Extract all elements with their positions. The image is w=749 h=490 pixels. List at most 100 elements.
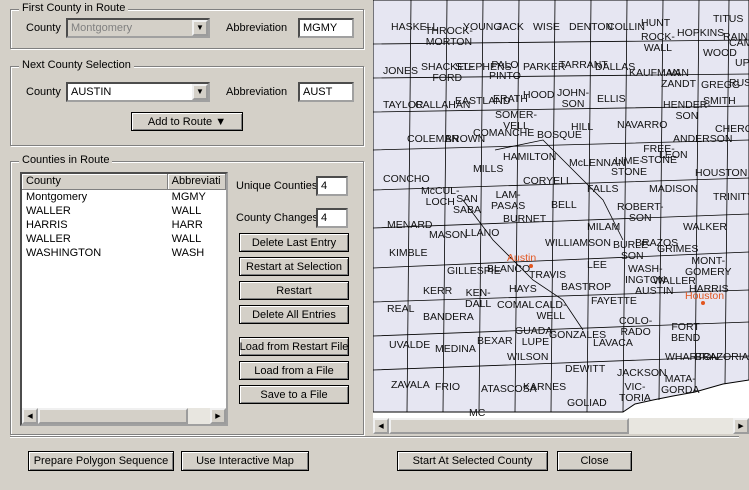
first-abbr-field[interactable]: MGMY — [298, 18, 354, 38]
county-label[interactable]: TRAVIS — [529, 270, 566, 281]
county-label[interactable]: MILLS — [473, 164, 503, 175]
county-label[interactable]: COMAL — [497, 300, 534, 311]
next-county-select[interactable]: AUSTIN ▼ — [66, 82, 210, 102]
map-scroll-right-icon[interactable]: ▶ — [733, 418, 749, 434]
county-label[interactable]: CALD- WELL — [535, 300, 567, 322]
use-interactive-map-button[interactable]: Use Interactive Map — [181, 451, 309, 471]
county-label[interactable]: ELLIS — [597, 94, 626, 105]
list-item[interactable]: WALLER WALL — [22, 204, 226, 218]
county-label[interactable]: BASTROP — [561, 282, 611, 293]
county-label[interactable]: FALLS — [587, 184, 619, 195]
county-label[interactable]: HAMILTON — [503, 152, 556, 163]
city-houston[interactable]: Houston — [685, 290, 724, 302]
county-label[interactable]: TITUS — [713, 14, 743, 25]
county-label[interactable]: LAVACA — [593, 338, 633, 349]
county-label[interactable]: JONES — [383, 66, 418, 77]
county-label[interactable]: KARNES — [523, 382, 566, 393]
county-label[interactable]: MATA- GORDA — [661, 374, 700, 396]
county-label[interactable]: COLO- RADO — [619, 316, 652, 338]
county-label[interactable]: HOOD — [523, 90, 555, 101]
county-label[interactable]: LIME- STONE — [611, 156, 647, 178]
scroll-thumb[interactable] — [38, 408, 188, 424]
save-to-file-button[interactable]: Save to a File — [239, 385, 349, 404]
scroll-right-icon[interactable]: ▶ — [210, 408, 226, 424]
county-label[interactable]: HOPKINS — [677, 28, 724, 39]
county-label[interactable]: AUSTIN — [635, 286, 674, 297]
county-label[interactable]: ZAVALA — [391, 380, 430, 391]
county-label[interactable]: WALKER — [683, 222, 727, 233]
chevron-down-icon[interactable]: ▼ — [192, 20, 208, 36]
route-list[interactable]: County Abbreviati Montgomery MGMY WALLER WA… — [20, 172, 228, 426]
county-label[interactable]: ROCK- WALL — [641, 32, 675, 54]
county-label[interactable]: MADISON — [649, 184, 698, 195]
county-label[interactable]: MILAM — [587, 222, 620, 233]
county-label[interactable]: LEON — [659, 150, 688, 161]
unique-counties-field[interactable]: 4 — [316, 176, 348, 196]
load-restart-file-button[interactable]: Load from Restart File — [239, 337, 349, 356]
county-label[interactable]: WILLIAMSON — [545, 238, 611, 249]
county-label[interactable]: MEDINA — [435, 344, 476, 355]
county-label[interactable]: KERR — [423, 286, 452, 297]
county-label[interactable]: FORT BEND — [671, 322, 700, 344]
county-label[interactable]: KIMBLE — [389, 248, 428, 259]
county-label[interactable]: HILL — [571, 122, 593, 133]
list-hscrollbar[interactable]: ◀ ▶ — [22, 408, 226, 424]
county-label[interactable]: DEWITT — [565, 364, 605, 375]
county-label[interactable]: COMANCHE — [473, 128, 534, 139]
county-label[interactable]: BANDERA — [423, 312, 474, 323]
restart-at-selection-button[interactable]: Restart at Selection — [239, 257, 349, 276]
county-label[interactable]: UPSHUR — [735, 58, 749, 69]
county-label[interactable]: JOHN- SON — [557, 88, 589, 110]
county-label[interactable]: CHEROKEE — [715, 124, 749, 135]
county-label[interactable]: ROBERT- SON — [617, 202, 663, 224]
county-label[interactable]: BURNET — [503, 214, 546, 225]
county-label[interactable]: HOUSTON — [695, 168, 747, 179]
map-scroll-left-icon[interactable]: ◀ — [373, 418, 389, 434]
county-label[interactable]: LAM- PASAS — [491, 190, 525, 212]
county-label[interactable]: HAYS — [509, 284, 537, 295]
county-label[interactable]: BEXAR — [477, 336, 513, 347]
county-label[interactable]: JACK — [497, 22, 524, 33]
first-county-select[interactable]: Montgomery ▼ — [66, 18, 210, 38]
column-abbreviation[interactable]: Abbreviati — [167, 174, 226, 190]
county-label[interactable]: RUSK — [729, 78, 749, 89]
delete-all-entries-button[interactable]: Delete All Entries — [239, 305, 349, 324]
county-label[interactable]: REAL — [387, 304, 414, 315]
chevron-down-icon[interactable]: ▼ — [192, 84, 208, 100]
county-label[interactable]: MENARD — [387, 220, 433, 231]
county-label[interactable]: CORYELL — [523, 176, 572, 187]
county-label[interactable]: COLLIN — [607, 22, 645, 33]
scroll-track[interactable] — [188, 408, 210, 424]
county-label[interactable]: KEN- DALL — [465, 288, 491, 310]
county-label[interactable]: JACKSON — [617, 368, 667, 379]
map-scroll-track[interactable] — [629, 418, 733, 434]
load-from-file-button[interactable]: Load from a File — [239, 361, 349, 380]
close-button[interactable]: Close — [557, 451, 632, 471]
county-label[interactable]: YOUNG — [463, 22, 502, 33]
list-item[interactable]: HARRIS HARR — [22, 218, 226, 232]
county-label[interactable]: MASON — [429, 230, 468, 241]
county-label[interactable]: FRIO — [435, 382, 460, 393]
county-label[interactable]: FAYETTE — [591, 296, 637, 307]
county-label[interactable]: PALO PINTO — [489, 60, 521, 82]
county-label[interactable]: BELL — [551, 200, 577, 211]
delete-last-entry-button[interactable]: Delete Last Entry — [239, 233, 349, 252]
county-label[interactable]: WISE — [533, 22, 560, 33]
county-label[interactable]: WOOD — [703, 48, 737, 59]
map-hscrollbar[interactable]: ◀ ▶ — [373, 418, 749, 434]
list-item[interactable]: Montgomery MGMY — [22, 190, 226, 204]
county-label[interactable]: NAVARRO — [617, 120, 667, 131]
county-label[interactable]: TRINITY — [713, 192, 749, 203]
county-label[interactable]: BRAZORIA — [695, 352, 749, 363]
county-label[interactable]: UVALDE — [389, 340, 430, 351]
county-label[interactable]: LLANO — [465, 228, 499, 239]
county-label[interactable]: BLANCO — [487, 264, 530, 275]
county-label[interactable]: VIC- TORIA — [619, 382, 651, 404]
county-label[interactable]: VAN ZANDT — [661, 68, 696, 90]
map-scroll-thumb[interactable] — [389, 418, 629, 434]
county-label[interactable]: LEE — [587, 260, 607, 271]
county-label[interactable]: GRIMES — [657, 244, 698, 255]
county-label[interactable]: GOLIAD — [567, 398, 607, 409]
county-changes-field[interactable]: 4 — [316, 208, 348, 228]
list-item[interactable]: WASHINGTON WASH — [22, 246, 226, 260]
